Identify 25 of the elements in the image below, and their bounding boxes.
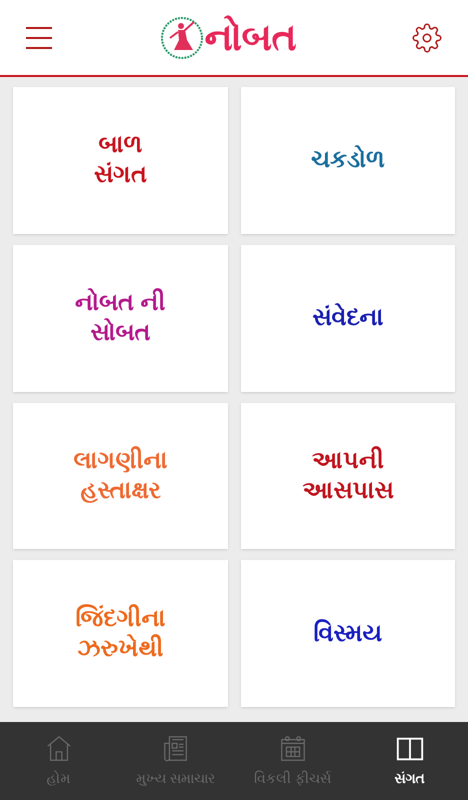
- settings-icon[interactable]: [412, 22, 442, 52]
- tile-title: નોબત ની: [74, 288, 166, 318]
- nav-tab[interactable]: સંગત: [351, 722, 468, 800]
- tile-title: ઝરુખેથી: [77, 634, 164, 664]
- tile-title: લાગણીના: [73, 446, 168, 476]
- tile-title: સંગત: [94, 160, 147, 190]
- tile-title: આપની: [312, 446, 384, 476]
- menu-icon[interactable]: [26, 26, 52, 50]
- tile-title: વિસ્મય: [313, 618, 382, 649]
- tile-title: સંવેદના: [312, 303, 384, 334]
- tile-title: ચકડોળ: [310, 145, 385, 176]
- tile-title: આસપાસ: [302, 476, 394, 506]
- category-tile[interactable]: બાળ સંગત: [13, 87, 228, 234]
- category-tile[interactable]: આપની આસપાસ: [240, 402, 455, 550]
- tile-title: સોબત: [90, 318, 150, 348]
- category-tile[interactable]: નોબત ની સોબત: [13, 244, 228, 392]
- tile-title: હસ્તાક્ષર: [80, 476, 160, 506]
- tile-title: બાળ: [98, 130, 142, 160]
- tile-title: જિંદગીના: [75, 604, 166, 634]
- dancer-emblem-icon: [160, 16, 204, 60]
- category-tile[interactable]: વિસ્મય: [240, 560, 455, 707]
- category-tile[interactable]: ચકડોળ: [240, 87, 455, 234]
- category-tile[interactable]: સંવેદના: [240, 244, 455, 392]
- category-tile[interactable]: જિંદગીના ઝરુખેથી: [13, 560, 228, 707]
- category-tile[interactable]: લાગણીના હસ્તાક્ષર: [13, 402, 228, 550]
